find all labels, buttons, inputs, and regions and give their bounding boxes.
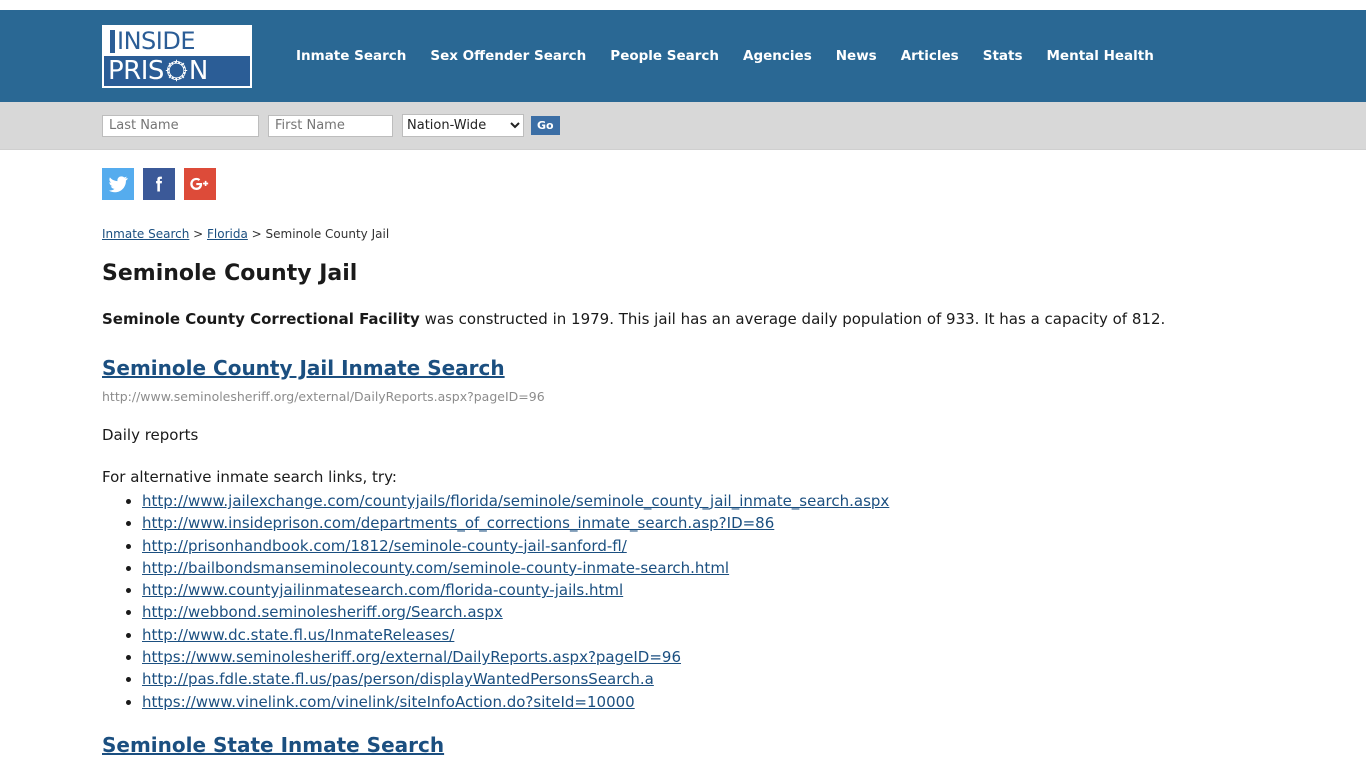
section-heading-state-inmate-search: Seminole State Inmate Search [102, 733, 1366, 757]
quick-search-bar: Nation-Wide Go [0, 102, 1366, 150]
state-inmate-search-link[interactable]: Seminole State Inmate Search [102, 733, 444, 757]
breadcrumb-separator-2: > [247, 227, 266, 241]
alt-link[interactable]: https://www.vinelink.com/vinelink/siteIn… [142, 693, 635, 711]
breadcrumb: Inmate Search > Florida > Seminole Count… [102, 227, 1366, 241]
alt-link[interactable]: http://www.jailexchange.com/countyjails/… [142, 492, 889, 510]
list-item: http://prisonhandbook.com/1812/seminole-… [142, 535, 1366, 557]
breadcrumb-current: Seminole County Jail [265, 227, 390, 241]
breadcrumb-link-florida[interactable]: Florida [207, 227, 248, 241]
breadcrumb-link-inmate-search[interactable]: Inmate Search [102, 227, 189, 241]
nav-item-stats[interactable]: Stats [971, 44, 1035, 68]
barbed-wire-circle-icon [165, 59, 188, 82]
logo-text-pris: PRIS [108, 55, 164, 86]
page-content: Inmate Search > Florida > Seminole Count… [0, 150, 1366, 768]
alt-link[interactable]: https://www.seminolesheriff.org/external… [142, 648, 681, 666]
site-header: INSIDE PRIS N Inmate Search Sex Offender… [0, 10, 1366, 102]
alternative-links-list: http://www.jailexchange.com/countyjails/… [102, 490, 1366, 713]
list-item: http://bailbondsmanseminolecounty.com/se… [142, 557, 1366, 579]
nav-item-sex-offender-search[interactable]: Sex Offender Search [418, 44, 598, 68]
list-item: https://www.vinelink.com/vinelink/siteIn… [142, 691, 1366, 713]
alt-link[interactable]: http://pas.fdle.state.fl.us/pas/person/d… [142, 670, 654, 688]
search-scope-select[interactable]: Nation-Wide [402, 114, 524, 137]
alt-link[interactable]: http://bailbondsmanseminolecounty.com/se… [142, 559, 729, 577]
jail-inmate-search-note: Daily reports [102, 426, 199, 444]
alt-link[interactable]: http://www.dc.state.fl.us/InmateReleases… [142, 626, 454, 644]
page-title: Seminole County Jail [102, 261, 358, 286]
nav-item-news[interactable]: News [824, 44, 889, 68]
main-navigation: Inmate Search Sex Offender Search People… [284, 44, 1166, 68]
section-heading-jail-inmate-search: Seminole County Jail Inmate Search [102, 356, 1366, 380]
nav-item-people-search[interactable]: People Search [598, 44, 731, 68]
search-go-button[interactable]: Go [531, 116, 560, 135]
alt-link[interactable]: http://webbond.seminolesheriff.org/Searc… [142, 603, 503, 621]
top-spacer-strip [0, 0, 1366, 10]
jail-inmate-search-url: http://www.seminolesheriff.org/external/… [102, 389, 545, 404]
list-item: http://www.dc.state.fl.us/InmateReleases… [142, 624, 1366, 646]
list-item: http://pas.fdle.state.fl.us/pas/person/d… [142, 668, 1366, 690]
list-item: http://webbond.seminolesheriff.org/Searc… [142, 601, 1366, 623]
facility-name: Seminole County Correctional Facility [102, 310, 420, 328]
facility-description-text: was constructed in 1979. This jail has a… [419, 310, 1166, 328]
logo-text-inside: INSIDE [117, 27, 196, 56]
logo-text-n: N [188, 55, 208, 86]
facebook-icon[interactable] [143, 168, 175, 200]
site-logo[interactable]: INSIDE PRIS N [102, 24, 252, 88]
google-plus-icon[interactable] [184, 168, 216, 200]
list-item: http://www.countyjailinmatesearch.com/fl… [142, 579, 1366, 601]
nav-item-mental-health[interactable]: Mental Health [1035, 44, 1166, 68]
alt-link[interactable]: http://www.insideprison.com/departments_… [142, 514, 774, 532]
alternative-links-intro: For alternative inmate search links, try… [102, 468, 397, 486]
list-item: http://www.insideprison.com/departments_… [142, 512, 1366, 534]
alt-link[interactable]: http://prisonhandbook.com/1812/seminole-… [142, 537, 627, 555]
twitter-icon[interactable] [102, 168, 134, 200]
logo-i-bar [110, 29, 115, 53]
nav-item-articles[interactable]: Articles [889, 44, 971, 68]
first-name-input[interactable] [268, 114, 393, 137]
jail-inmate-search-link[interactable]: Seminole County Jail Inmate Search [102, 356, 505, 380]
facility-description: Seminole County Correctional Facility wa… [102, 308, 1264, 330]
nav-item-inmate-search[interactable]: Inmate Search [284, 44, 418, 68]
last-name-input[interactable] [102, 114, 259, 137]
breadcrumb-separator-1: > [189, 227, 208, 241]
list-item: http://www.jailexchange.com/countyjails/… [142, 490, 1366, 512]
logo-bottom-row: PRIS N [104, 56, 250, 86]
logo-text-prison: PRIS N [108, 58, 208, 84]
nav-item-agencies[interactable]: Agencies [731, 44, 824, 68]
social-share-row [102, 168, 1366, 200]
alt-link[interactable]: http://www.countyjailinmatesearch.com/fl… [142, 581, 623, 599]
list-item: https://www.seminolesheriff.org/external… [142, 646, 1366, 668]
logo-top-row: INSIDE [104, 26, 250, 56]
